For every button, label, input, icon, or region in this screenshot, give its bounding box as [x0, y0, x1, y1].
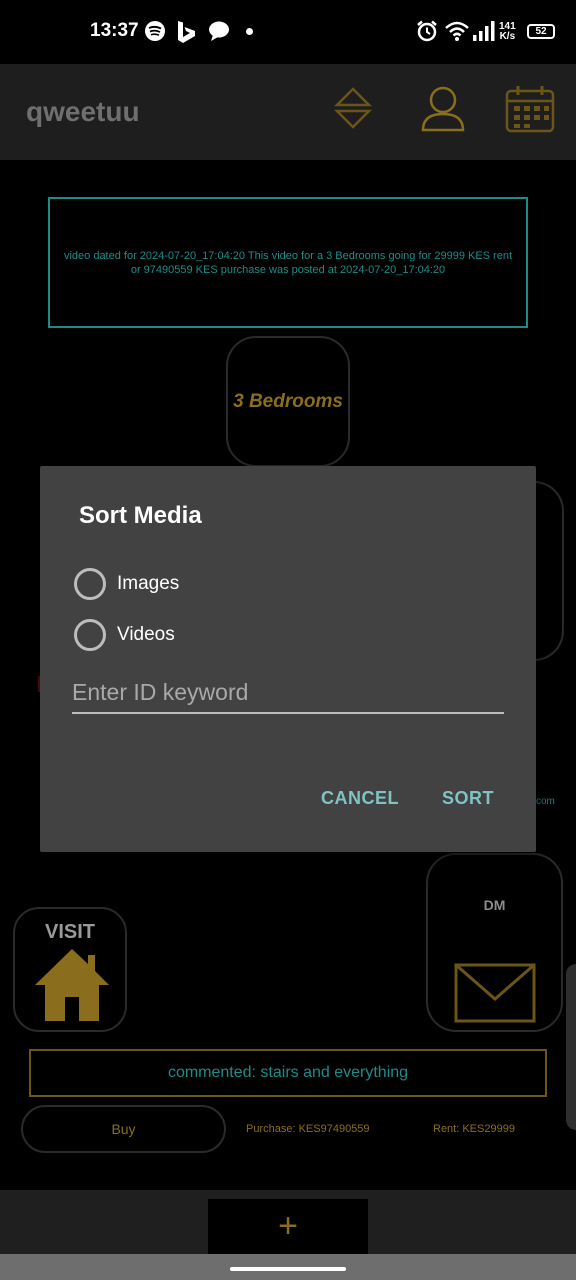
radio-label-videos[interactable]: Videos [117, 624, 175, 646]
dialog-title: Sort Media [79, 502, 202, 529]
radio-label-images[interactable]: Images [117, 573, 179, 595]
sort-button[interactable]: SORT [442, 788, 494, 809]
radio-button-images[interactable] [74, 568, 106, 600]
id-keyword-input[interactable] [72, 672, 504, 714]
cancel-button[interactable]: CANCEL [321, 788, 399, 809]
radio-option-images[interactable]: Images [74, 568, 179, 600]
radio-button-videos[interactable] [74, 619, 106, 651]
sort-media-dialog: Sort Media Images Videos CANCEL SORT [40, 466, 536, 852]
radio-option-videos[interactable]: Videos [74, 619, 175, 651]
